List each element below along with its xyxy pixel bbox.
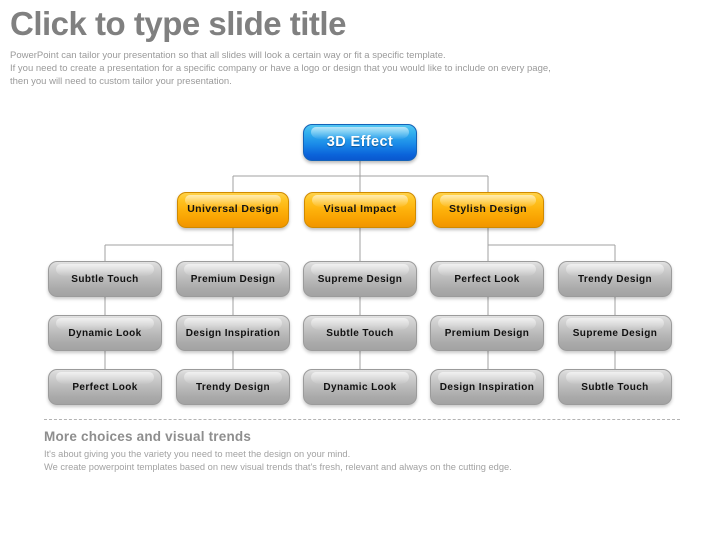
node-stylish-design[interactable]: Stylish Design xyxy=(432,192,544,228)
node-r1-c1[interactable]: Subtle Touch xyxy=(48,261,162,297)
node-r3-c5[interactable]: Subtle Touch xyxy=(558,369,672,405)
node-label: Subtle Touch xyxy=(71,273,139,285)
node-label: Dynamic Look xyxy=(323,381,397,393)
org-chart-diagram: 3D Effect Universal Design Visual Impact… xyxy=(0,0,720,420)
node-r3-c3[interactable]: Dynamic Look xyxy=(303,369,417,405)
node-root-3d-effect[interactable]: 3D Effect xyxy=(303,124,417,161)
node-label: 3D Effect xyxy=(326,133,394,150)
node-label: Perfect Look xyxy=(72,381,138,393)
node-r2-c2[interactable]: Design Inspiration xyxy=(176,315,290,351)
node-visual-impact[interactable]: Visual Impact xyxy=(304,192,416,228)
node-r2-c5[interactable]: Supreme Design xyxy=(558,315,672,351)
node-r1-c3[interactable]: Supreme Design xyxy=(303,261,417,297)
node-r2-c3[interactable]: Subtle Touch xyxy=(303,315,417,351)
footer-body-line-2: We create powerpoint templates based on … xyxy=(44,461,512,472)
node-label: Trendy Design xyxy=(577,273,653,285)
node-r1-c2[interactable]: Premium Design xyxy=(176,261,290,297)
node-label: Visual Impact xyxy=(323,203,397,216)
node-r2-c4[interactable]: Premium Design xyxy=(430,315,544,351)
presentation-slide: Click to type slide title PowerPoint can… xyxy=(0,0,720,540)
node-label: Universal Design xyxy=(187,203,279,216)
node-r3-c1[interactable]: Perfect Look xyxy=(48,369,162,405)
node-label: Dynamic Look xyxy=(68,327,142,339)
node-r2-c1[interactable]: Dynamic Look xyxy=(48,315,162,351)
node-label: Premium Design xyxy=(190,273,276,285)
node-universal-design[interactable]: Universal Design xyxy=(177,192,289,228)
node-label: Design Inspiration xyxy=(185,327,281,339)
node-label: Stylish Design xyxy=(449,203,527,216)
node-label: Subtle Touch xyxy=(326,327,394,339)
footer-body-line-1: It's about giving you the variety you ne… xyxy=(44,449,351,459)
footer-body[interactable]: It's about giving you the variety you ne… xyxy=(44,448,684,473)
node-r3-c4[interactable]: Design Inspiration xyxy=(430,369,544,405)
node-r1-c5[interactable]: Trendy Design xyxy=(558,261,672,297)
node-label: Supreme Design xyxy=(572,327,658,339)
node-r1-c4[interactable]: Perfect Look xyxy=(430,261,544,297)
node-r3-c2[interactable]: Trendy Design xyxy=(176,369,290,405)
node-label: Premium Design xyxy=(444,327,530,339)
footer-heading[interactable]: More choices and visual trends xyxy=(44,429,251,444)
node-label: Subtle Touch xyxy=(581,381,649,393)
node-label: Supreme Design xyxy=(317,273,403,285)
node-label: Perfect Look xyxy=(454,273,520,285)
node-label: Design Inspiration xyxy=(439,381,535,393)
footer-divider xyxy=(44,419,680,420)
node-label: Trendy Design xyxy=(195,381,271,393)
